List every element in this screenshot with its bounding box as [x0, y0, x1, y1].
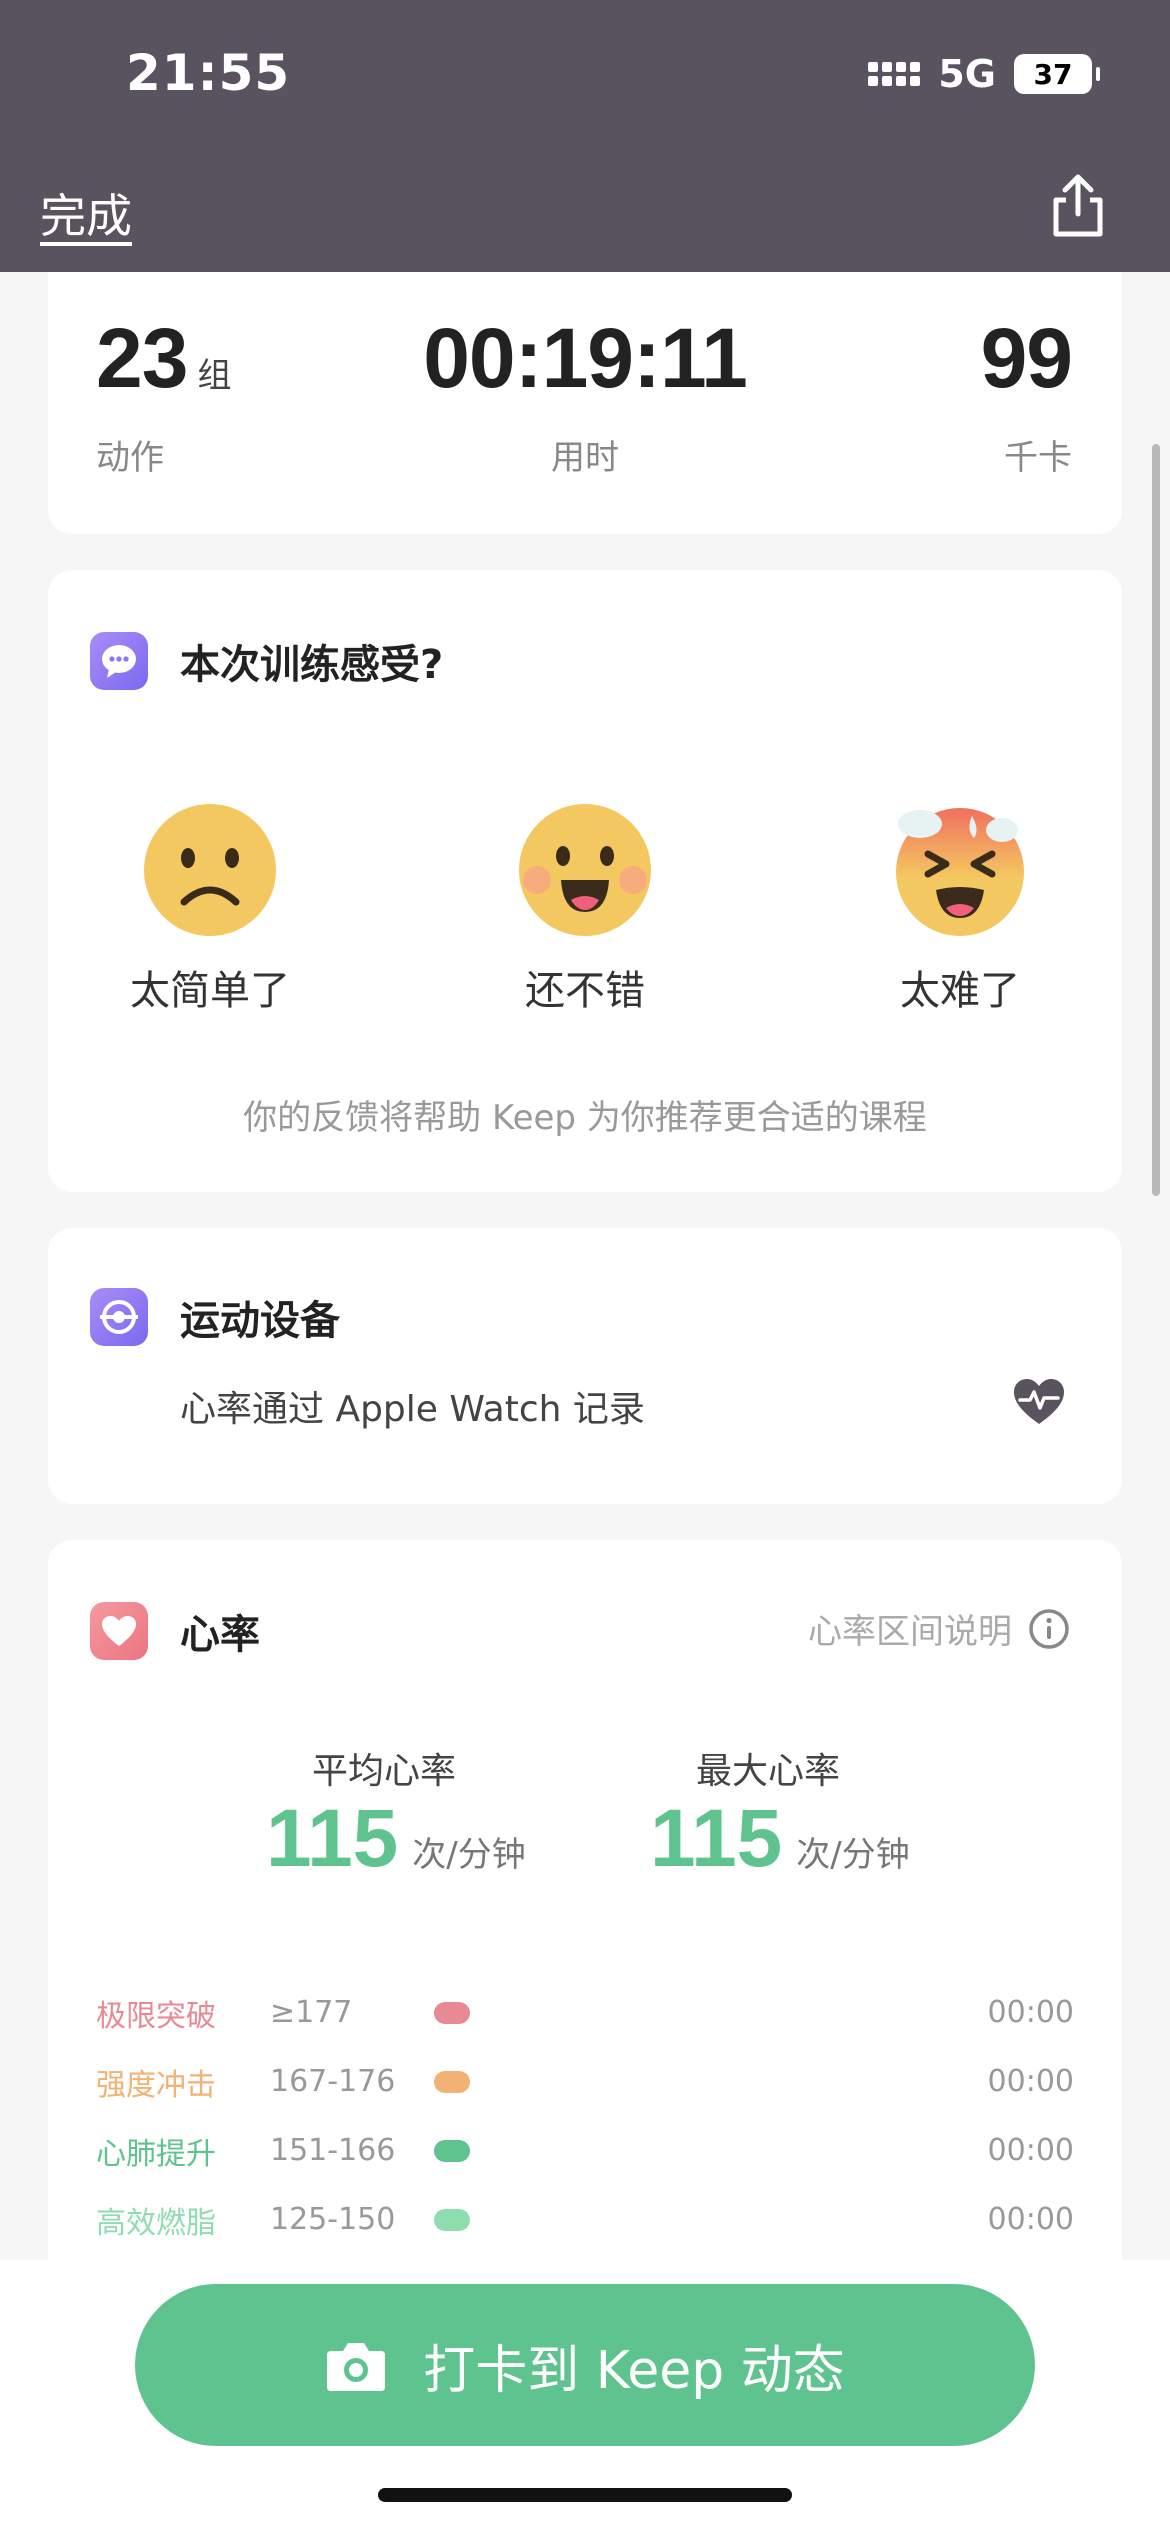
zone-color-bar — [434, 2070, 470, 2093]
camera-icon — [327, 2343, 386, 2391]
zone-name: 高效燃脂 — [96, 2205, 216, 2241]
top-header: 21:55 5G 37 完成 — [0, 0, 1170, 272]
info-icon — [1029, 1608, 1069, 1649]
checkin-button[interactable]: 打卡到 Keep 动态 — [135, 2284, 1035, 2446]
scrollbar[interactable] — [1152, 444, 1160, 1196]
option-good[interactable]: 还不错 — [465, 800, 705, 1016]
signal-icon — [868, 62, 921, 86]
device-card: 运动设备 心率通过 Apple Watch 记录 — [48, 1228, 1122, 1504]
max-value: 115 — [650, 1793, 783, 1884]
zone-time: 00:00 — [987, 2064, 1074, 2099]
average-heart-rate: 平均心率 115 次/分钟 — [266, 1742, 526, 1880]
feedback-card: 本次训练感受? 太简单了 还不错 太难了 你的反馈将帮助 Keep 为你推荐更合… — [48, 570, 1122, 1192]
max-unit: 次/分钟 — [796, 1835, 910, 1875]
heart-rate-title: 心率 — [180, 1612, 260, 1658]
option-too-easy[interactable]: 太简单了 — [90, 800, 330, 1016]
option-label: 太简单了 — [130, 968, 290, 1014]
exhausted-face-icon — [896, 808, 1024, 936]
chat-bubble-icon — [90, 632, 148, 690]
feedback-note: 你的反馈将帮助 Keep 为你推荐更合适的课程 — [243, 1098, 927, 1138]
average-label: 平均心率 — [312, 1751, 457, 1792]
zone-color-bar — [434, 2139, 470, 2162]
heart-rate-title-row: 心率 — [90, 1602, 260, 1660]
device-title: 运动设备 — [180, 1298, 340, 1344]
done-button[interactable]: 完成 — [40, 180, 132, 246]
zone-color-bar — [434, 2208, 470, 2231]
zone-time: 00:00 — [987, 1995, 1074, 2030]
network-type: 5G — [938, 52, 996, 96]
zone-range: 125-150 — [270, 2202, 396, 2237]
zone-row: 极限突破 ≥177 00:00 — [96, 1978, 1074, 2047]
share-icon[interactable] — [1048, 172, 1108, 240]
checkin-label: 打卡到 Keep 动态 — [423, 2340, 845, 2401]
zone-time: 00:00 — [987, 2202, 1074, 2237]
feedback-options: 太简单了 还不错 太难了 — [48, 800, 1122, 1014]
max-heart-rate: 最大心率 115 次/分钟 — [650, 1742, 910, 1880]
heart-rate-zones: 极限突破 ≥177 00:00 强度冲击 167-176 00:00 心肺提升 … — [96, 1978, 1074, 2254]
zone-color-bar — [434, 2001, 470, 2024]
zone-range: ≥177 — [270, 1995, 353, 2030]
zone-range: 167-176 — [270, 2064, 396, 2099]
zone-row: 强度冲击 167-176 00:00 — [96, 2047, 1074, 2116]
duration-label: 用时 — [551, 438, 619, 478]
calories-value: 99 — [980, 311, 1073, 405]
heart-pulse-icon — [1014, 1379, 1064, 1424]
home-indicator — [378, 2488, 792, 2502]
heart-rate-zone-help[interactable]: 心率区间说明 — [808, 1604, 1070, 1653]
max-label: 最大心率 — [696, 1751, 841, 1792]
zone-name: 心肺提升 — [96, 2136, 216, 2172]
happy-face-icon — [519, 804, 651, 936]
calories-label: 千卡 — [1004, 438, 1072, 478]
average-value: 115 — [266, 1793, 399, 1884]
heart-rate-card: 心率 心率区间说明 平均心率 115 次/分钟 最大心率 115 次/分钟 极限… — [48, 1540, 1122, 2300]
feedback-title: 本次训练感受? — [180, 642, 444, 688]
option-label: 太难了 — [900, 968, 1020, 1014]
option-too-hard[interactable]: 太难了 — [840, 800, 1080, 1016]
device-title-row: 运动设备 — [90, 1288, 340, 1346]
calories-stat: 99 千卡 — [980, 311, 1073, 479]
feedback-title-row: 本次训练感受? — [90, 632, 443, 690]
heart-icon — [90, 1602, 148, 1660]
device-icon — [90, 1288, 148, 1346]
zone-name: 强度冲击 — [96, 2067, 216, 2103]
zone-row: 心肺提升 151-166 00:00 — [96, 2116, 1074, 2185]
option-label: 还不错 — [525, 968, 645, 1014]
duration-value: 00:19:11 — [423, 311, 748, 405]
battery-icon: 37 — [1014, 54, 1100, 94]
zone-time: 00:00 — [987, 2133, 1074, 2168]
zone-row: 高效燃脂 125-150 00:00 — [96, 2185, 1074, 2254]
sad-face-icon — [144, 804, 276, 936]
status-time: 21:55 — [126, 44, 291, 102]
device-description: 心率通过 Apple Watch 记录 — [180, 1389, 645, 1430]
workout-summary-card: 23 组 动作 00:19:11 用时 99 千卡 — [48, 250, 1122, 534]
duration-stat: 00:19:11 用时 — [48, 316, 1122, 479]
status-indicators: 5G 37 — [868, 52, 1100, 96]
zone-range: 151-166 — [270, 2133, 396, 2168]
average-unit: 次/分钟 — [412, 1835, 526, 1875]
help-label: 心率区间说明 — [808, 1612, 1012, 1652]
zone-name: 极限突破 — [96, 1998, 216, 2034]
